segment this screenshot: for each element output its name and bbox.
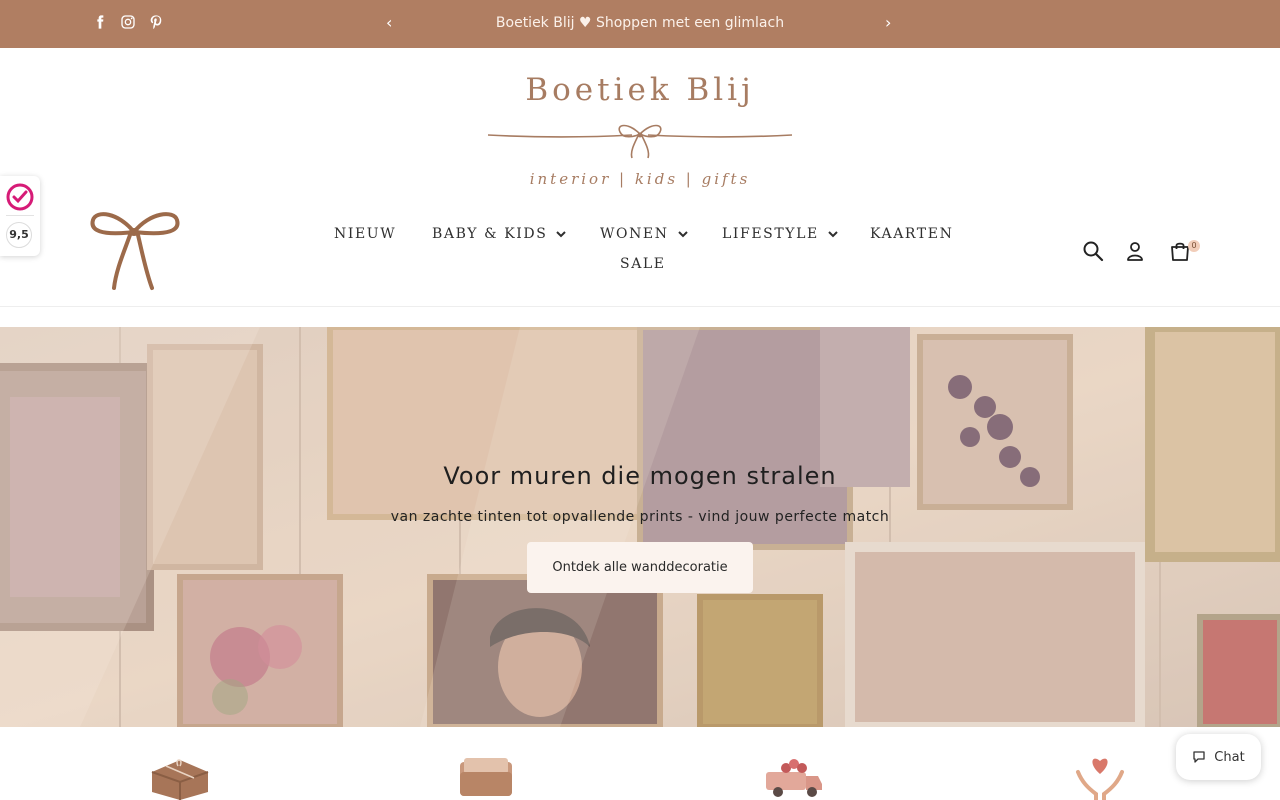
- logo-name: Boetiek Blij: [525, 72, 755, 108]
- nav-item-label: KAARTEN: [870, 226, 954, 242]
- nav-item-baby-kids[interactable]: BABY & KIDS: [432, 226, 567, 242]
- nav-item-kaarten[interactable]: KAARTEN: [870, 226, 953, 242]
- account-icon[interactable]: [1124, 240, 1146, 262]
- announcement-next-arrow[interactable]: ›: [885, 13, 891, 32]
- logo-tagline: interior | kids | gifts: [529, 170, 751, 188]
- delivery-truck-icon: [766, 759, 822, 797]
- announcement-text: Boetiek Blij ♥ Shoppen met een glimlach: [495, 15, 785, 31]
- cart-count-badge: 0: [1188, 240, 1200, 252]
- hero-cta-button[interactable]: Ontdek alle wanddecoratie: [527, 542, 753, 593]
- chat-bubble-icon: [1193, 751, 1205, 763]
- wallet-icon: [460, 758, 512, 796]
- header-divider: [0, 306, 1280, 307]
- logo-bow-icon: [487, 124, 793, 159]
- nav-item-label: LIFESTYLE: [722, 226, 819, 242]
- rating-score: 9,5: [6, 222, 32, 248]
- chat-label: Chat: [1214, 749, 1245, 765]
- announcement-bar: ‹ Boetiek Blij ♥ Shoppen met een glimlac…: [0, 0, 1280, 48]
- hero-subtitle: van zachte tinten tot opvallende prints …: [390, 509, 890, 525]
- gift-box-icon: [151, 759, 209, 800]
- nav-item-wonen[interactable]: WONEN: [600, 226, 688, 242]
- site-logo[interactable]: Boetiek Blij interior | kids | gifts: [486, 68, 794, 192]
- nav-item-sale[interactable]: SALE: [620, 256, 666, 272]
- nav-item-nieuw[interactable]: NIEUW: [334, 226, 396, 242]
- hero-banner: Voor muren die mogen stralen van zachte …: [0, 327, 1280, 727]
- nav-item-label: NIEUW: [334, 226, 397, 242]
- hero-title: Voor muren die mogen stralen: [443, 462, 837, 490]
- nav-item-lifestyle[interactable]: LIFESTYLE: [722, 226, 838, 242]
- chevron-down-icon: [828, 230, 838, 237]
- search-icon[interactable]: [1082, 240, 1104, 262]
- rating-widget[interactable]: 9,5: [0, 176, 40, 256]
- heart-hands-icon: [1076, 758, 1124, 800]
- nav-item-label: BABY & KIDS: [432, 226, 548, 242]
- chat-button[interactable]: Chat: [1176, 734, 1261, 780]
- nav-item-label: SALE: [620, 256, 666, 272]
- nav-item-label: WONEN: [600, 226, 669, 242]
- rating-seal-icon: [6, 183, 34, 211]
- rating-divider: [6, 215, 34, 216]
- chevron-down-icon: [556, 230, 567, 237]
- bow-decoration-icon: [90, 212, 180, 290]
- chevron-down-icon: [677, 230, 688, 237]
- hero-overlay: [0, 327, 1280, 727]
